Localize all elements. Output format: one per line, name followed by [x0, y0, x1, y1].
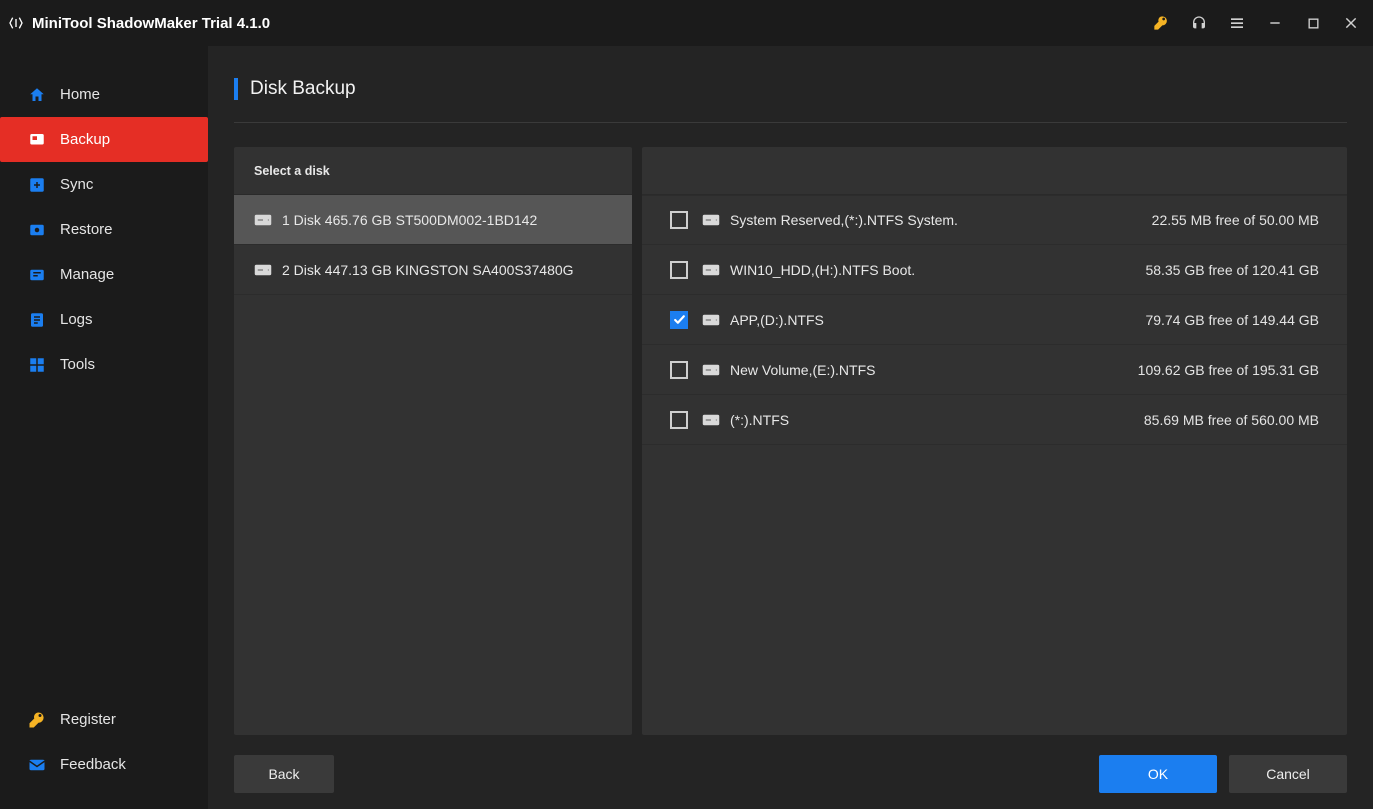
header-accent-bar — [234, 78, 238, 100]
tools-icon — [28, 356, 46, 374]
partition-name: WIN10_HDD,(H:).NTFS Boot. — [730, 262, 915, 278]
panels: Select a disk 1 Disk 465.76 GB ST500DM00… — [234, 147, 1347, 735]
partition-name-group: New Volume,(E:).NTFS — [702, 362, 875, 378]
partition-free-text: 79.74 GB free of 149.44 GB — [1145, 312, 1319, 328]
partition-checkbox[interactable] — [670, 361, 688, 379]
key-icon[interactable] — [1153, 15, 1169, 31]
page-header: Disk Backup — [234, 78, 1347, 123]
headset-icon[interactable] — [1191, 15, 1207, 31]
drive-icon — [254, 264, 272, 276]
titlebar-left: MiniTool ShadowMaker Trial 4.1.0 — [8, 15, 270, 32]
page-title: Disk Backup — [250, 78, 356, 100]
backup-icon — [28, 131, 46, 149]
sidebar-item-label: Tools — [60, 356, 95, 373]
drive-icon — [254, 214, 272, 226]
partition-row[interactable]: WIN10_HDD,(H:).NTFS Boot. 58.35 GB free o… — [642, 245, 1347, 295]
partition-free-text: 58.35 GB free of 120.41 GB — [1145, 262, 1319, 278]
titlebar-right — [1153, 15, 1359, 31]
drive-icon — [702, 414, 720, 426]
partition-list-header — [642, 147, 1347, 195]
partition-free-text: 109.62 GB free of 195.31 GB — [1138, 362, 1319, 378]
partition-name: New Volume,(E:).NTFS — [730, 362, 875, 378]
sidebar-item-label: Register — [60, 711, 116, 728]
sidebar-item-feedback[interactable]: Feedback — [18, 742, 190, 787]
sidebar-item-sync[interactable]: Sync — [18, 162, 190, 207]
ok-button[interactable]: OK — [1099, 755, 1217, 793]
drive-icon — [702, 364, 720, 376]
partition-name: APP,(D:).NTFS — [730, 312, 824, 328]
partition-row[interactable]: APP,(D:).NTFS 79.74 GB free of 149.44 GB — [642, 295, 1347, 345]
partition-name-group: WIN10_HDD,(H:).NTFS Boot. — [702, 262, 915, 278]
sync-icon — [28, 176, 46, 194]
partition-checkbox[interactable] — [670, 261, 688, 279]
titlebar: MiniTool ShadowMaker Trial 4.1.0 — [0, 0, 1373, 46]
sidebar-item-register[interactable]: Register — [18, 697, 190, 742]
partition-name: (*:).NTFS — [730, 412, 789, 428]
disk-list-panel: Select a disk 1 Disk 465.76 GB ST500DM00… — [234, 147, 632, 735]
app-body: Home Backup Sync Restore Manage — [0, 46, 1373, 809]
partition-name-group: APP,(D:).NTFS — [702, 312, 824, 328]
minimize-icon[interactable] — [1267, 15, 1283, 31]
maximize-icon[interactable] — [1305, 15, 1321, 31]
sidebar-bottom: Register Feedback — [0, 697, 208, 809]
disk-row[interactable]: 2 Disk 447.13 GB KINGSTON SA400S37480G — [234, 245, 632, 295]
disk-row[interactable]: 1 Disk 465.76 GB ST500DM002-1BD142 — [234, 195, 632, 245]
partition-row[interactable]: (*:).NTFS 85.69 MB free of 560.00 MB — [642, 395, 1347, 445]
sidebar-item-label: Feedback — [60, 756, 126, 773]
app-title: MiniTool ShadowMaker Trial 4.1.0 — [32, 15, 270, 32]
sidebar-item-backup[interactable]: Backup — [0, 117, 208, 162]
sidebar-item-label: Sync — [60, 176, 93, 193]
partition-free-text: 85.69 MB free of 560.00 MB — [1144, 412, 1319, 428]
sidebar-item-label: Logs — [60, 311, 93, 328]
sidebar-item-logs[interactable]: Logs — [18, 297, 190, 342]
sidebar-item-restore[interactable]: Restore — [18, 207, 190, 252]
partition-name-group: System Reserved,(*:).NTFS System. — [702, 212, 958, 228]
feedback-mail-icon — [28, 756, 46, 774]
content-area: Disk Backup Select a disk 1 Disk 465.76 … — [208, 46, 1373, 809]
partition-checkbox[interactable] — [670, 311, 688, 329]
cancel-button[interactable]: Cancel — [1229, 755, 1347, 793]
app-window: MiniTool ShadowMaker Trial 4.1.0 — [0, 0, 1373, 809]
drive-icon — [702, 314, 720, 326]
partition-name-group: (*:).NTFS — [702, 412, 789, 428]
partition-list: System Reserved,(*:).NTFS System. 22.55 M… — [642, 195, 1347, 445]
sidebar-item-tools[interactable]: Tools — [18, 342, 190, 387]
home-icon — [28, 86, 46, 104]
logs-icon — [28, 311, 46, 329]
footer: Back OK Cancel — [234, 735, 1347, 795]
drive-icon — [702, 214, 720, 226]
disk-list-header: Select a disk — [234, 147, 632, 195]
partition-row[interactable]: New Volume,(E:).NTFS 109.62 GB free of 19… — [642, 345, 1347, 395]
drive-icon — [702, 264, 720, 276]
sidebar-item-manage[interactable]: Manage — [18, 252, 190, 297]
back-button[interactable]: Back — [234, 755, 334, 793]
disk-label: 2 Disk 447.13 GB KINGSTON SA400S37480G — [282, 262, 574, 278]
menu-icon[interactable] — [1229, 15, 1245, 31]
sidebar: Home Backup Sync Restore Manage — [0, 46, 208, 809]
register-key-icon — [28, 711, 46, 729]
manage-icon — [28, 266, 46, 284]
sidebar-item-label: Home — [60, 86, 100, 103]
sidebar-item-label: Backup — [60, 131, 110, 148]
partition-list-panel: System Reserved,(*:).NTFS System. 22.55 M… — [642, 147, 1347, 735]
restore-icon — [28, 221, 46, 239]
partition-free-text: 22.55 MB free of 50.00 MB — [1152, 212, 1319, 228]
close-icon[interactable] — [1343, 15, 1359, 31]
partition-checkbox[interactable] — [670, 211, 688, 229]
partition-row[interactable]: System Reserved,(*:).NTFS System. 22.55 M… — [642, 195, 1347, 245]
partition-name: System Reserved,(*:).NTFS System. — [730, 212, 958, 228]
app-logo-icon — [8, 15, 24, 31]
disk-list: 1 Disk 465.76 GB ST500DM002-1BD142 2 Disk… — [234, 195, 632, 295]
sidebar-item-label: Manage — [60, 266, 114, 283]
sidebar-item-label: Restore — [60, 221, 113, 238]
disk-label: 1 Disk 465.76 GB ST500DM002-1BD142 — [282, 212, 537, 228]
partition-checkbox[interactable] — [670, 411, 688, 429]
sidebar-item-home[interactable]: Home — [18, 72, 190, 117]
sidebar-nav: Home Backup Sync Restore Manage — [0, 72, 208, 387]
